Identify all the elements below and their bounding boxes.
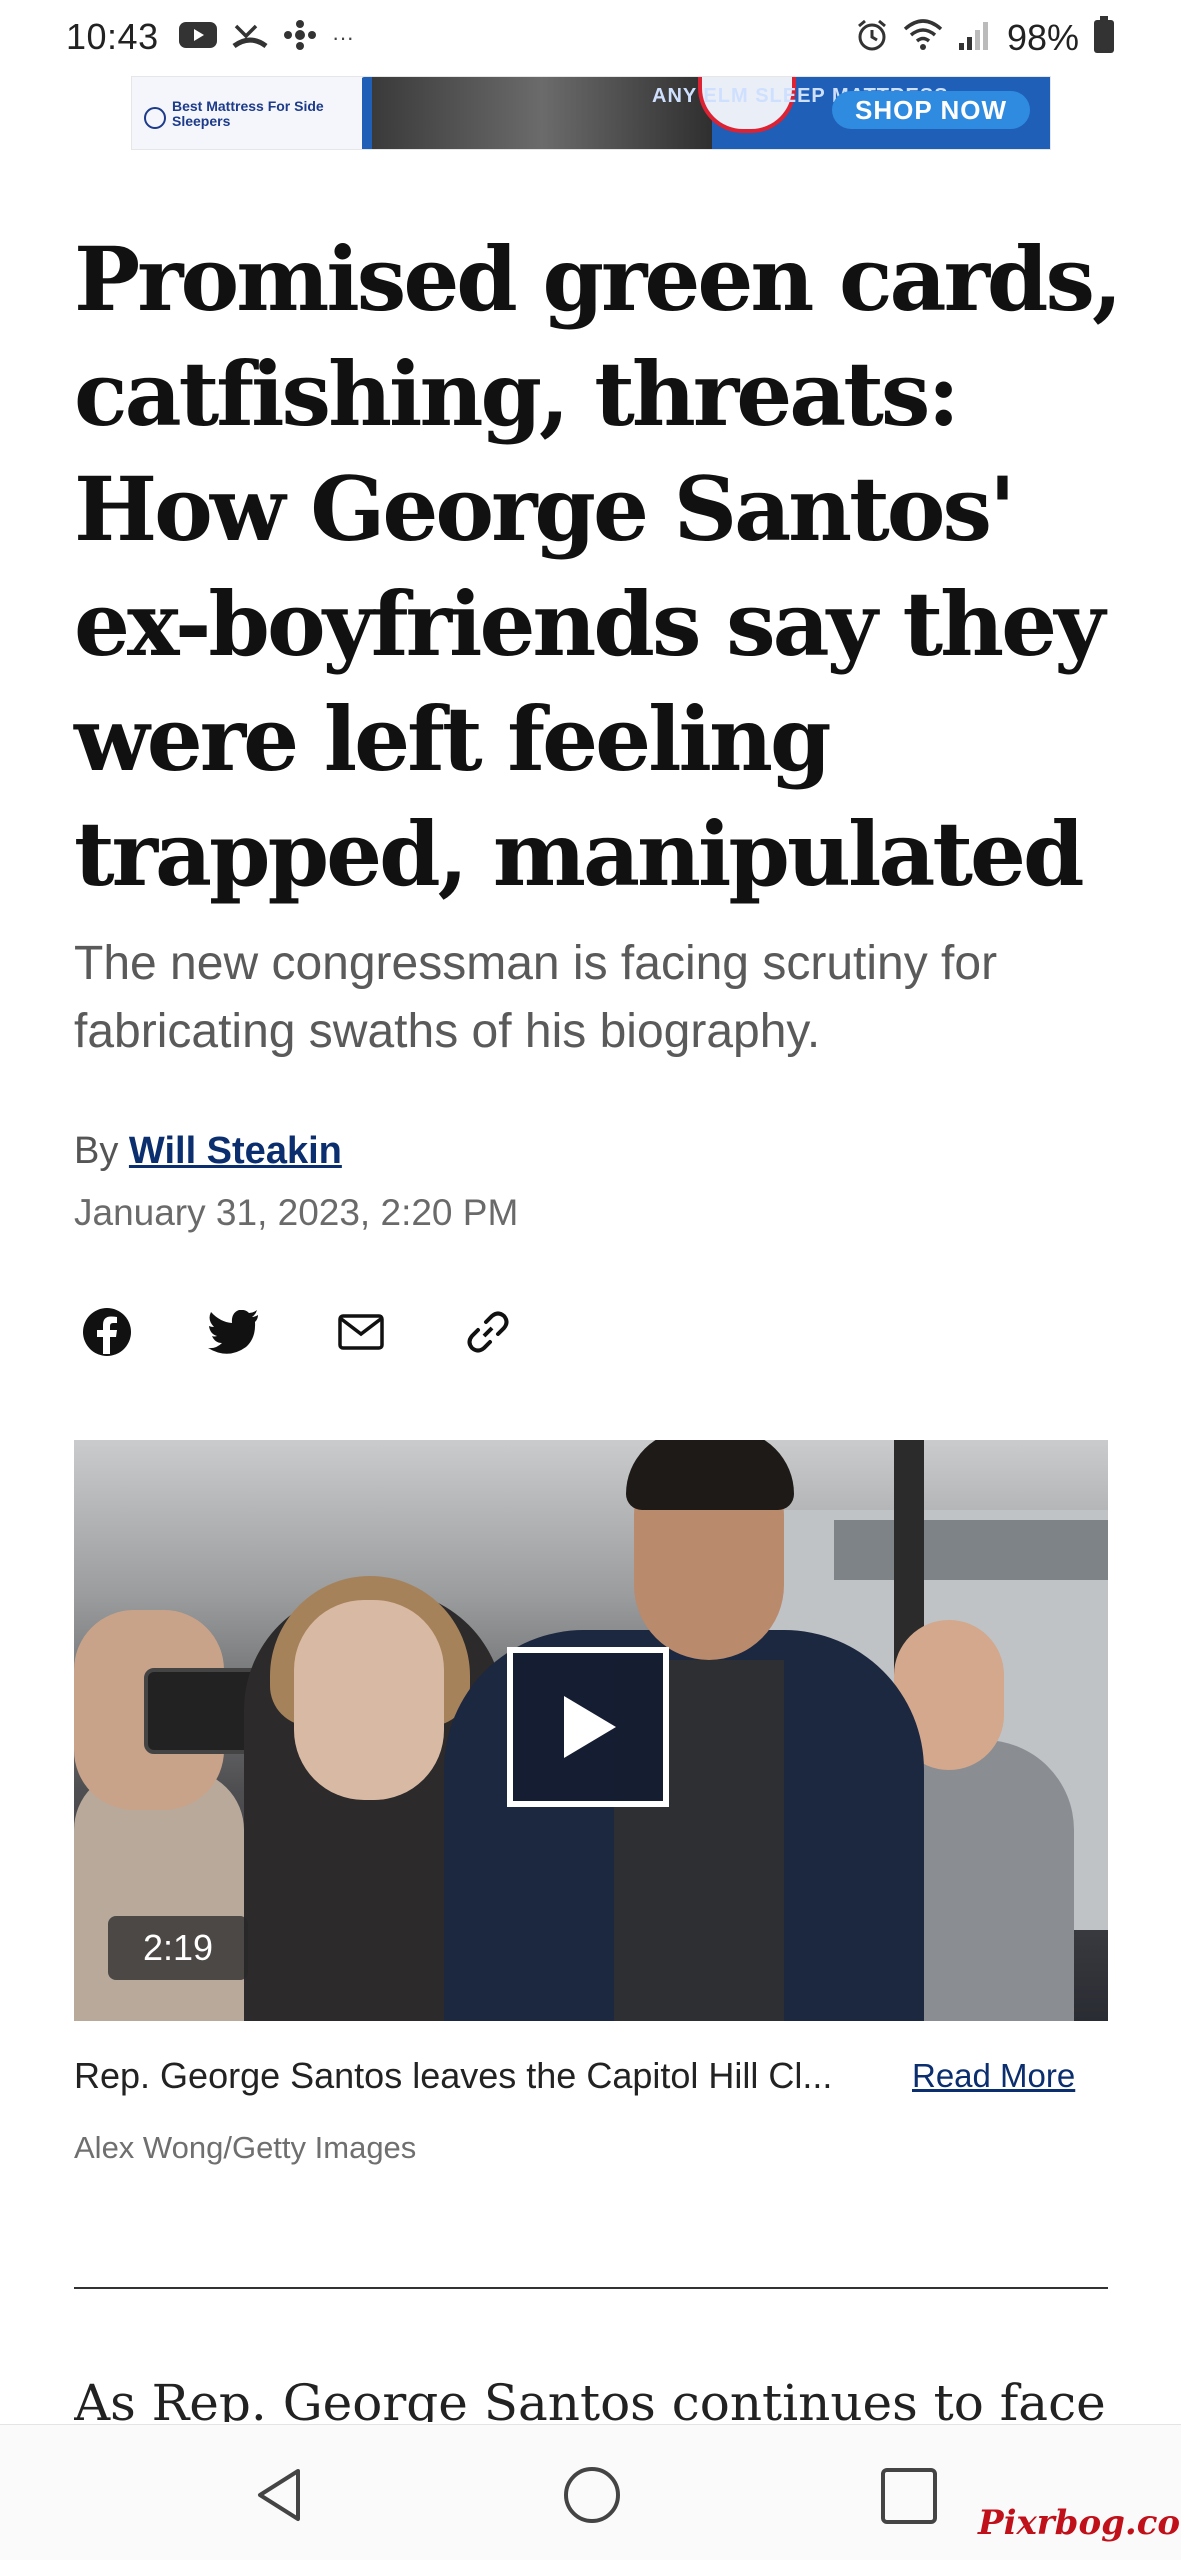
article-subheadline: The new congressman is facing scrutiny f… (74, 937, 998, 1058)
wifi-icon (903, 19, 943, 56)
status-system-icons: 98% (855, 16, 1115, 59)
video-roof (834, 1520, 1108, 1580)
network-icon (282, 20, 318, 55)
signal-icon (957, 19, 993, 56)
shop-now-button[interactable]: SHOP NOW (832, 91, 1030, 129)
photo-credit: Alex Wong/Getty Images (74, 2130, 417, 2165)
video-figure (294, 1600, 444, 1800)
missed-call-icon (232, 20, 268, 55)
read-more-link[interactable]: Read More (912, 2057, 1075, 2095)
video-duration: 2:19 (108, 1916, 248, 1980)
status-notification-icons: ··· (178, 20, 354, 55)
alarm-icon (855, 18, 889, 57)
youtube-icon (178, 20, 218, 55)
ad-banner[interactable]: Best Mattress For Side Sleepers ANY ELM … (131, 76, 1051, 150)
article-headline: Promised green cards, catfishing, threat… (74, 227, 1123, 906)
byline: By Will Steakin (74, 1130, 342, 1173)
video-caption: Rep. George Santos leaves the Capitol Hi… (74, 2055, 833, 2096)
publish-date: January 31, 2023, 2:20 PM (74, 1192, 519, 1233)
ad-logo-area: Best Mattress For Side Sleepers (132, 77, 362, 149)
byline-prefix: By (74, 1130, 119, 1172)
play-button[interactable] (507, 1647, 669, 1807)
back-icon[interactable] (250, 2465, 310, 2530)
status-overflow: ··· (332, 24, 354, 50)
battery-icon (1093, 16, 1115, 59)
share-row (80, 1305, 515, 1359)
status-bar: 10:43 ··· 98% (0, 0, 1181, 78)
divider (74, 2287, 1108, 2289)
facebook-icon[interactable] (80, 1305, 134, 1359)
video-player[interactable]: 2:19 (74, 1440, 1108, 2021)
page: 10:43 ··· 98% Best Mattress For Side Sle… (0, 0, 1181, 2560)
email-icon[interactable] (334, 1305, 388, 1359)
video-figure (626, 1440, 794, 1510)
home-icon[interactable] (562, 2465, 622, 2530)
ad-left-text: Best Mattress For Side Sleepers (172, 98, 324, 129)
watermark: Pixrbog.com (978, 2503, 1181, 2543)
recent-apps-icon[interactable] (880, 2467, 938, 2530)
article-body: As Rep. George Santos continues to face (74, 2374, 1106, 2422)
twitter-icon[interactable] (207, 1305, 261, 1359)
link-icon[interactable] (461, 1305, 515, 1359)
star-badge-icon (144, 107, 166, 129)
status-time: 10:43 (66, 16, 159, 57)
author-link[interactable]: Will Steakin (129, 1130, 342, 1172)
battery-level: 98% (1006, 16, 1079, 58)
play-icon (564, 1696, 616, 1758)
